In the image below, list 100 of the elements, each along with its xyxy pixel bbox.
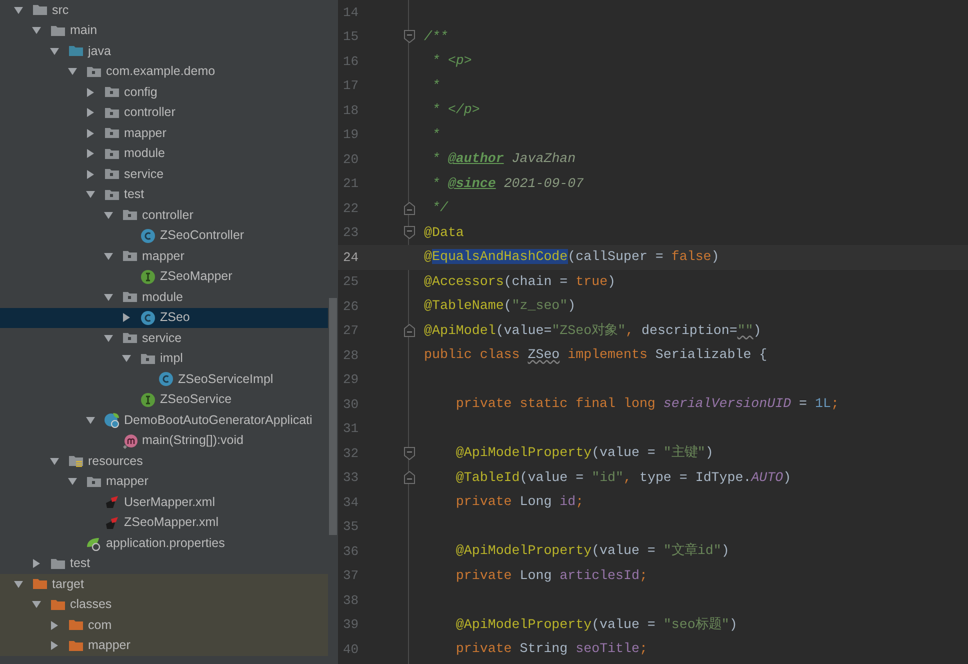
tree-item[interactable]: test [0, 184, 328, 205]
code-line: @Accessors(chain = true) [424, 272, 616, 291]
collapse-arrow-icon[interactable] [50, 456, 59, 466]
scrollbar-thumb[interactable] [329, 298, 337, 535]
tree-item[interactable]: test [0, 554, 328, 574]
tree-item[interactable]: mapper [0, 472, 328, 492]
expand-arrow-icon[interactable] [86, 108, 95, 118]
tree-item[interactable]: resources [0, 451, 328, 472]
interface-icon [140, 392, 156, 408]
expand-arrow-icon[interactable] [86, 88, 95, 97]
line-number: 19 [342, 126, 360, 144]
expand-arrow-icon[interactable] [32, 559, 41, 568]
code-line: @Data [424, 224, 464, 242]
tree-item[interactable]: ZSeoController [0, 226, 328, 246]
collapse-arrow-icon[interactable] [86, 190, 95, 200]
line-number: 28 [342, 346, 360, 364]
collapse-arrow-icon[interactable] [104, 210, 113, 220]
code-line: private Long articlesId; [454, 566, 648, 585]
expand-arrow-icon[interactable] [86, 149, 95, 158]
line-number: 36 [342, 542, 360, 560]
tree-item[interactable]: service [0, 164, 328, 184]
tree-item[interactable]: module [0, 144, 328, 164]
collapse-arrow-icon[interactable] [68, 67, 77, 76]
collapse-arrow-icon[interactable] [14, 6, 23, 15]
tree-item[interactable]: com [0, 615, 328, 636]
expand-arrow-icon[interactable] [86, 128, 95, 138]
line-number: 15 [342, 28, 360, 46]
xml-file-icon [104, 494, 120, 510]
code-line: * @since 2021-09-07 [430, 174, 584, 193]
fold-start-icon[interactable] [404, 226, 415, 240]
line-number: 26 [342, 298, 360, 316]
collapse-arrow-icon[interactable] [68, 477, 77, 486]
fold-end-icon[interactable] [404, 471, 415, 484]
line-number: 17 [342, 77, 360, 95]
code-line: @EqualsAndHashCode(callSuper = false) [424, 248, 720, 266]
tree-item[interactable]: service [0, 328, 328, 348]
expand-arrow-icon[interactable] [50, 641, 59, 650]
tree-item[interactable]: module [0, 287, 328, 308]
tree-item[interactable]: ZSeo [0, 308, 328, 328]
tree-item[interactable]: main(String[]):void [0, 430, 328, 451]
code-line: @ApiModel(value="ZSeo对象", description="") [424, 322, 762, 340]
tree-item[interactable]: application.properties [0, 533, 328, 554]
tree-item[interactable]: DemoBootAutoGeneratorApplicati [0, 410, 328, 430]
tree-item[interactable]: target [0, 574, 328, 594]
tree-item[interactable]: ZSeoMapper.xml [0, 512, 328, 533]
tree-item[interactable]: controller [0, 205, 328, 226]
line-number: 37 [342, 567, 360, 585]
line-number: 21 [342, 175, 360, 193]
tree-item[interactable]: mapper [0, 246, 328, 266]
collapse-arrow-icon[interactable] [14, 580, 23, 589]
tree-item[interactable]: ZSeoService [0, 390, 328, 410]
collapse-arrow-icon[interactable] [32, 600, 41, 610]
tree-item[interactable]: ZSeoMapper [0, 266, 328, 287]
line-number: 18 [342, 102, 360, 120]
tree-item[interactable]: mapper [0, 123, 328, 144]
tree-item[interactable]: classes [0, 594, 328, 615]
code-line: @TableName("z_seo") [424, 297, 576, 316]
line-number: 34 [342, 494, 360, 512]
collapse-arrow-icon[interactable] [104, 292, 113, 302]
line-number: 38 [342, 592, 360, 610]
tree-item[interactable]: main [0, 20, 328, 41]
tree-item[interactable]: mapper [0, 636, 328, 656]
class-icon [158, 371, 174, 388]
collapse-arrow-icon[interactable] [104, 252, 113, 261]
tree-item[interactable]: config [0, 82, 328, 102]
tree-item[interactable]: src [0, 0, 328, 20]
class-icon [140, 310, 156, 326]
tree-item[interactable]: impl [0, 348, 328, 369]
code-line: * @author JavaZhan [430, 150, 576, 168]
code-line: public class ZSeo implements Serializable { [424, 346, 768, 364]
expand-arrow-icon[interactable] [86, 170, 95, 179]
expand-arrow-icon[interactable] [122, 313, 131, 322]
line-number: 32 [342, 444, 360, 462]
code-line: @ApiModelProperty(value = "文章id") [454, 542, 730, 560]
collapse-arrow-icon[interactable] [104, 334, 113, 343]
fold-start-icon[interactable] [404, 30, 415, 44]
tree-item[interactable]: UserMapper.xml [0, 492, 328, 512]
tree-item[interactable]: com.example.demo [0, 62, 328, 82]
collapse-arrow-icon[interactable] [32, 26, 41, 36]
code-line: @ApiModelProperty(value = "seo标题") [454, 616, 738, 634]
tree-item[interactable]: java [0, 41, 328, 62]
fold-start-icon[interactable] [404, 446, 415, 460]
fold-end-icon[interactable] [404, 324, 415, 338]
code-line: * </p> [430, 101, 480, 120]
fold-end-icon[interactable] [404, 202, 415, 215]
collapse-arrow-icon[interactable] [122, 354, 131, 364]
tree-item[interactable]: ZSeoServiceImpl [0, 369, 328, 390]
collapse-arrow-icon[interactable] [50, 46, 59, 56]
expand-arrow-icon[interactable] [50, 620, 59, 630]
code-line: * [430, 76, 440, 95]
collapse-arrow-icon[interactable] [86, 416, 95, 425]
line-number: 29 [342, 371, 360, 389]
line-number: 23 [342, 224, 360, 242]
code-line: private static final long serialVersionUID = 1L; [454, 395, 839, 414]
folder-icon [68, 453, 84, 470]
code-line: private Long id; [454, 493, 584, 512]
code-line: @TableId(value = "id", type = IdType.AUTO) [454, 468, 792, 487]
line-number: 14 [342, 4, 360, 22]
tree-item[interactable]: controller [0, 102, 328, 123]
line-number: 31 [342, 420, 360, 438]
